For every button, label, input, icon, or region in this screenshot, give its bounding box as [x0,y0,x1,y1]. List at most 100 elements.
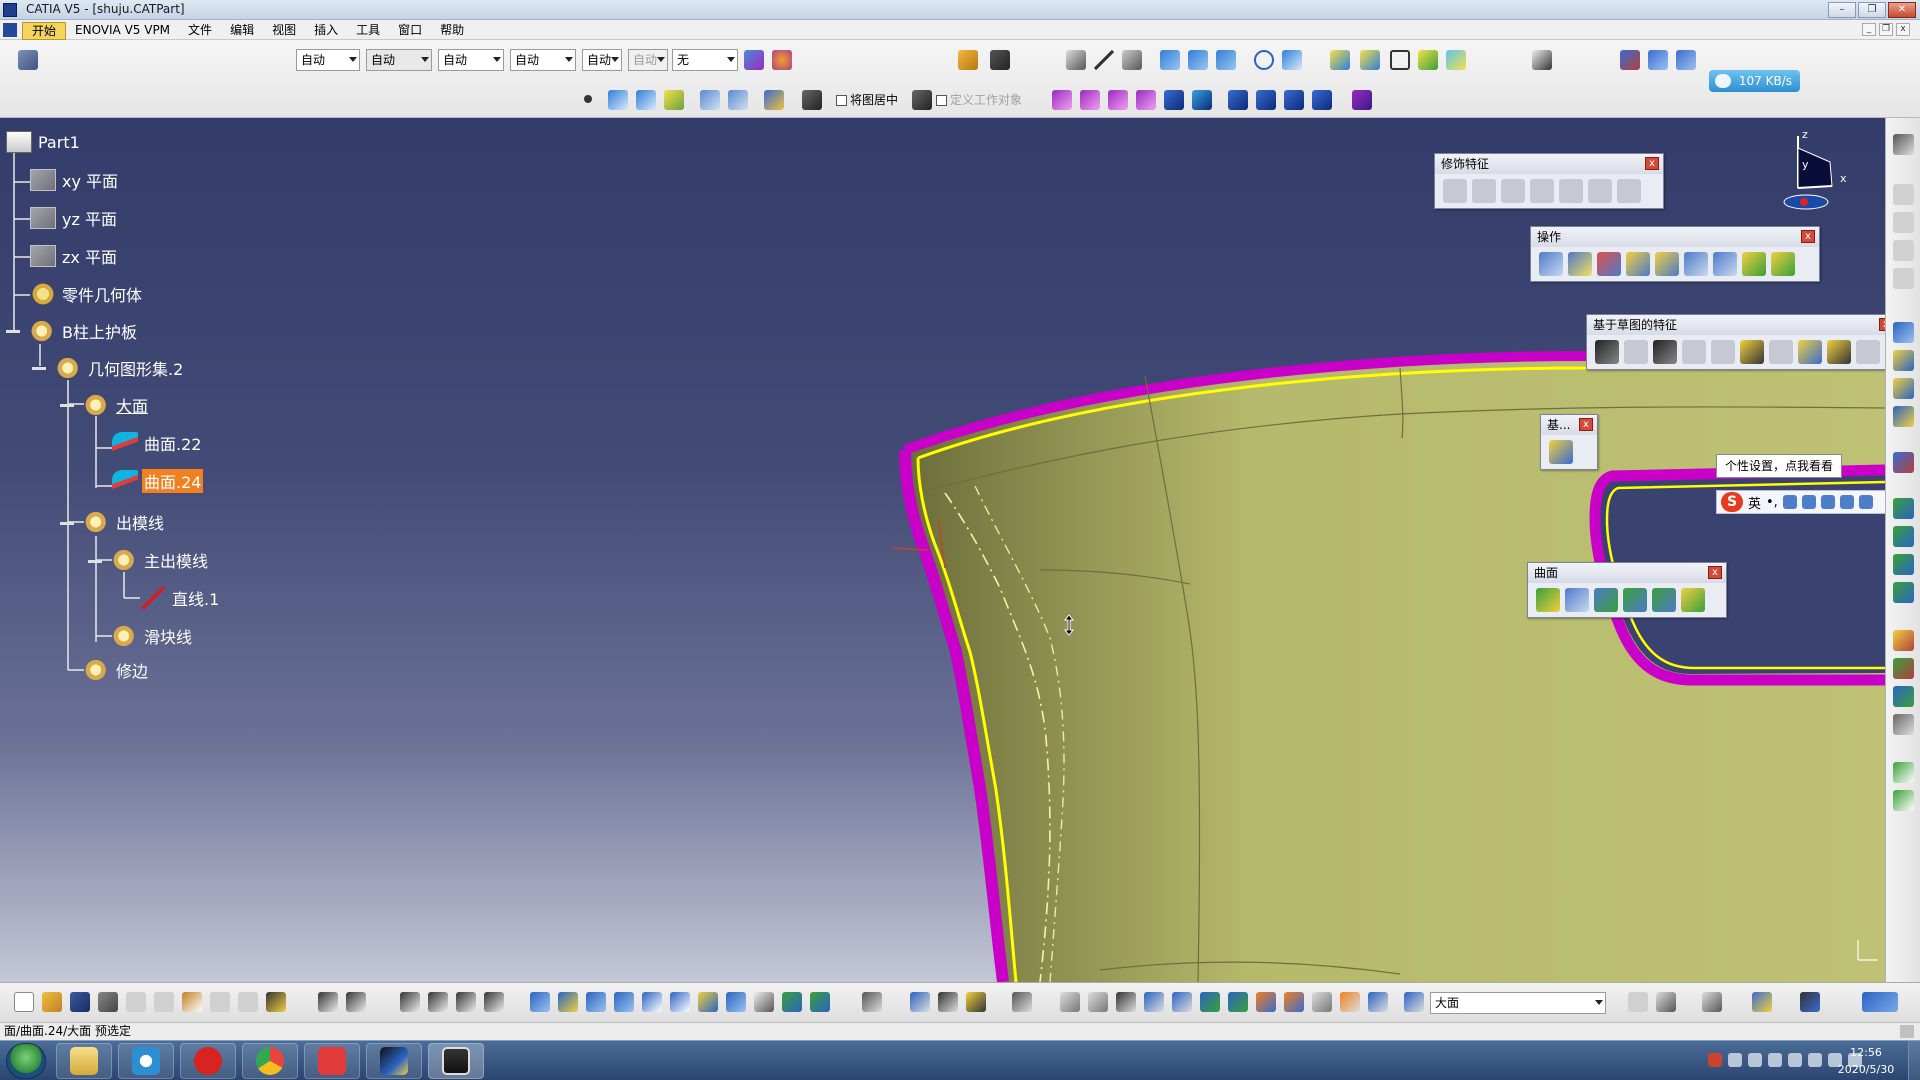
fillet-icon[interactable] [1443,179,1467,203]
palette-header[interactable]: 基... x [1541,415,1597,435]
sweep-icon[interactable] [636,90,656,110]
disabled-tool-icon[interactable] [1893,240,1914,261]
parameter-icon[interactable] [966,992,986,1012]
groove-icon[interactable] [1682,340,1706,364]
split-icon[interactable] [1360,50,1380,70]
view-cube-icon[interactable] [726,992,746,1012]
remove-face-icon[interactable] [1617,179,1641,203]
shell-icon[interactable] [1530,179,1554,203]
sogou-logo-icon[interactable]: S [1721,492,1743,512]
sketch-analysis-icon[interactable] [484,992,504,1012]
taskbar-explorer[interactable] [56,1043,112,1079]
close-surface-icon[interactable] [1192,90,1212,110]
pad-icon[interactable] [1595,340,1619,364]
taskbar-app-red[interactable] [304,1043,360,1079]
sweep-icon[interactable] [1652,588,1676,612]
taskbar-clock[interactable]: 12:56 2020/5/30 [1826,1044,1906,1078]
dress-up-features-palette[interactable]: 修饰特征 x [1434,153,1664,209]
sketch-icon[interactable] [1893,134,1914,155]
taskbar-catia[interactable] [366,1043,422,1079]
projection-icon[interactable] [728,90,748,110]
current-layer-combo[interactable]: 大面 [1430,992,1606,1014]
doc-close-button[interactable]: x [1896,23,1910,36]
close-button[interactable]: ✕ [1888,2,1916,18]
hide-show-icon[interactable] [782,992,802,1012]
rib-icon[interactable] [1256,90,1276,110]
select-arrow-icon[interactable] [958,50,978,70]
layer-icon[interactable] [1404,992,1424,1012]
stiffener-icon[interactable] [1827,340,1851,364]
pocket-icon[interactable] [1624,340,1648,364]
rotate-icon[interactable] [614,992,634,1012]
sphere-icon[interactable] [1594,588,1618,612]
transformation-icon[interactable] [1893,406,1914,427]
thickness-icon[interactable] [1559,179,1583,203]
trim-icon[interactable] [1655,252,1679,276]
tree-node-line-1[interactable]: 直线.1 [140,586,221,610]
menu-help[interactable]: 帮助 [431,22,473,40]
boundary-icon[interactable] [1390,50,1410,70]
join-icon[interactable] [1330,50,1350,70]
pan-icon[interactable] [586,992,606,1012]
palette-header[interactable]: 基于草图的特征x [1587,315,1885,335]
menu-file[interactable]: 文件 [179,22,221,40]
tree-node-zx-plane[interactable]: zx 平面 [30,244,119,268]
page-setup-icon[interactable] [1656,992,1676,1012]
slot-icon[interactable] [1769,340,1793,364]
normal-view-icon[interactable] [698,992,718,1012]
base-features-palette[interactable]: 基... x [1540,414,1598,470]
surfaces-palette[interactable]: 曲面 x [1527,562,1727,618]
box-icon[interactable] [1893,790,1914,811]
extract-icon[interactable] [1713,252,1737,276]
grid-icon[interactable] [802,90,822,110]
box-icon[interactable] [1893,762,1914,783]
camera-icon[interactable] [1012,992,1032,1012]
axis-icon[interactable] [1116,992,1136,1012]
boundary-icon[interactable] [1684,252,1708,276]
thick-surface-icon[interactable] [1164,90,1184,110]
quick-view-icon[interactable] [1060,992,1080,1012]
body-insert-icon[interactable] [1549,440,1573,464]
palette-close-button[interactable]: x [1645,157,1659,170]
menu-start[interactable]: 开始 [22,22,67,40]
new-file-icon[interactable] [14,992,34,1012]
snap-icon[interactable] [990,50,1010,70]
format-painter-icon[interactable] [744,50,764,70]
palette-close-button[interactable]: x [1579,418,1593,431]
redo-icon[interactable] [238,992,258,1012]
fit-all-icon[interactable] [558,992,578,1012]
define-work-object-checkbox[interactable]: 定义工作对象 [936,92,1022,108]
line-type-combo[interactable]: 自动 [510,49,576,71]
shaft-icon[interactable] [1653,340,1677,364]
status-bar-grip-icon[interactable] [1900,1025,1914,1038]
disabled-tool-icon[interactable] [1893,184,1914,205]
workbench-icon[interactable] [18,50,38,70]
point-symbol-combo[interactable]: 自动 [582,49,622,71]
tree-node-part-body[interactable]: 零件几何体 [30,282,144,306]
healing-icon[interactable] [1568,252,1592,276]
menu-insert[interactable]: 插入 [305,22,347,40]
axis-system-icon[interactable] [764,90,784,110]
plane-tool-icon[interactable] [1122,50,1142,70]
scaling-icon[interactable] [1893,378,1914,399]
chamfer-icon[interactable] [1472,179,1496,203]
shaft-icon[interactable] [1108,90,1128,110]
keyboard-icon[interactable] [1820,495,1835,509]
tree-expand-icon[interactable] [1144,992,1164,1012]
extrude-surface-icon[interactable] [1160,50,1180,70]
removed-multi-section-icon[interactable] [1856,340,1880,364]
tree-node-yz-plane[interactable]: yz 平面 [30,206,119,230]
ime-toolbar[interactable]: S 英 •, [1716,490,1886,514]
palette-close-button[interactable]: x [1801,230,1815,243]
tree-node-b-pillar-panel[interactable]: B柱上护板 [30,319,139,343]
comment-icon[interactable] [346,992,366,1012]
surface-tool-icon[interactable] [1893,554,1914,575]
graphic-transparency-combo[interactable]: 自动 [366,49,432,71]
layer-combo[interactable]: 无 [672,49,738,71]
offset-icon[interactable] [1623,588,1647,612]
point-small-icon[interactable] [584,95,592,103]
join-icon[interactable] [1539,252,1563,276]
disabled-tool-icon[interactable] [1893,268,1914,289]
curvature-analysis-icon[interactable] [1676,50,1696,70]
sketch-tool-icon[interactable] [1800,992,1820,1012]
